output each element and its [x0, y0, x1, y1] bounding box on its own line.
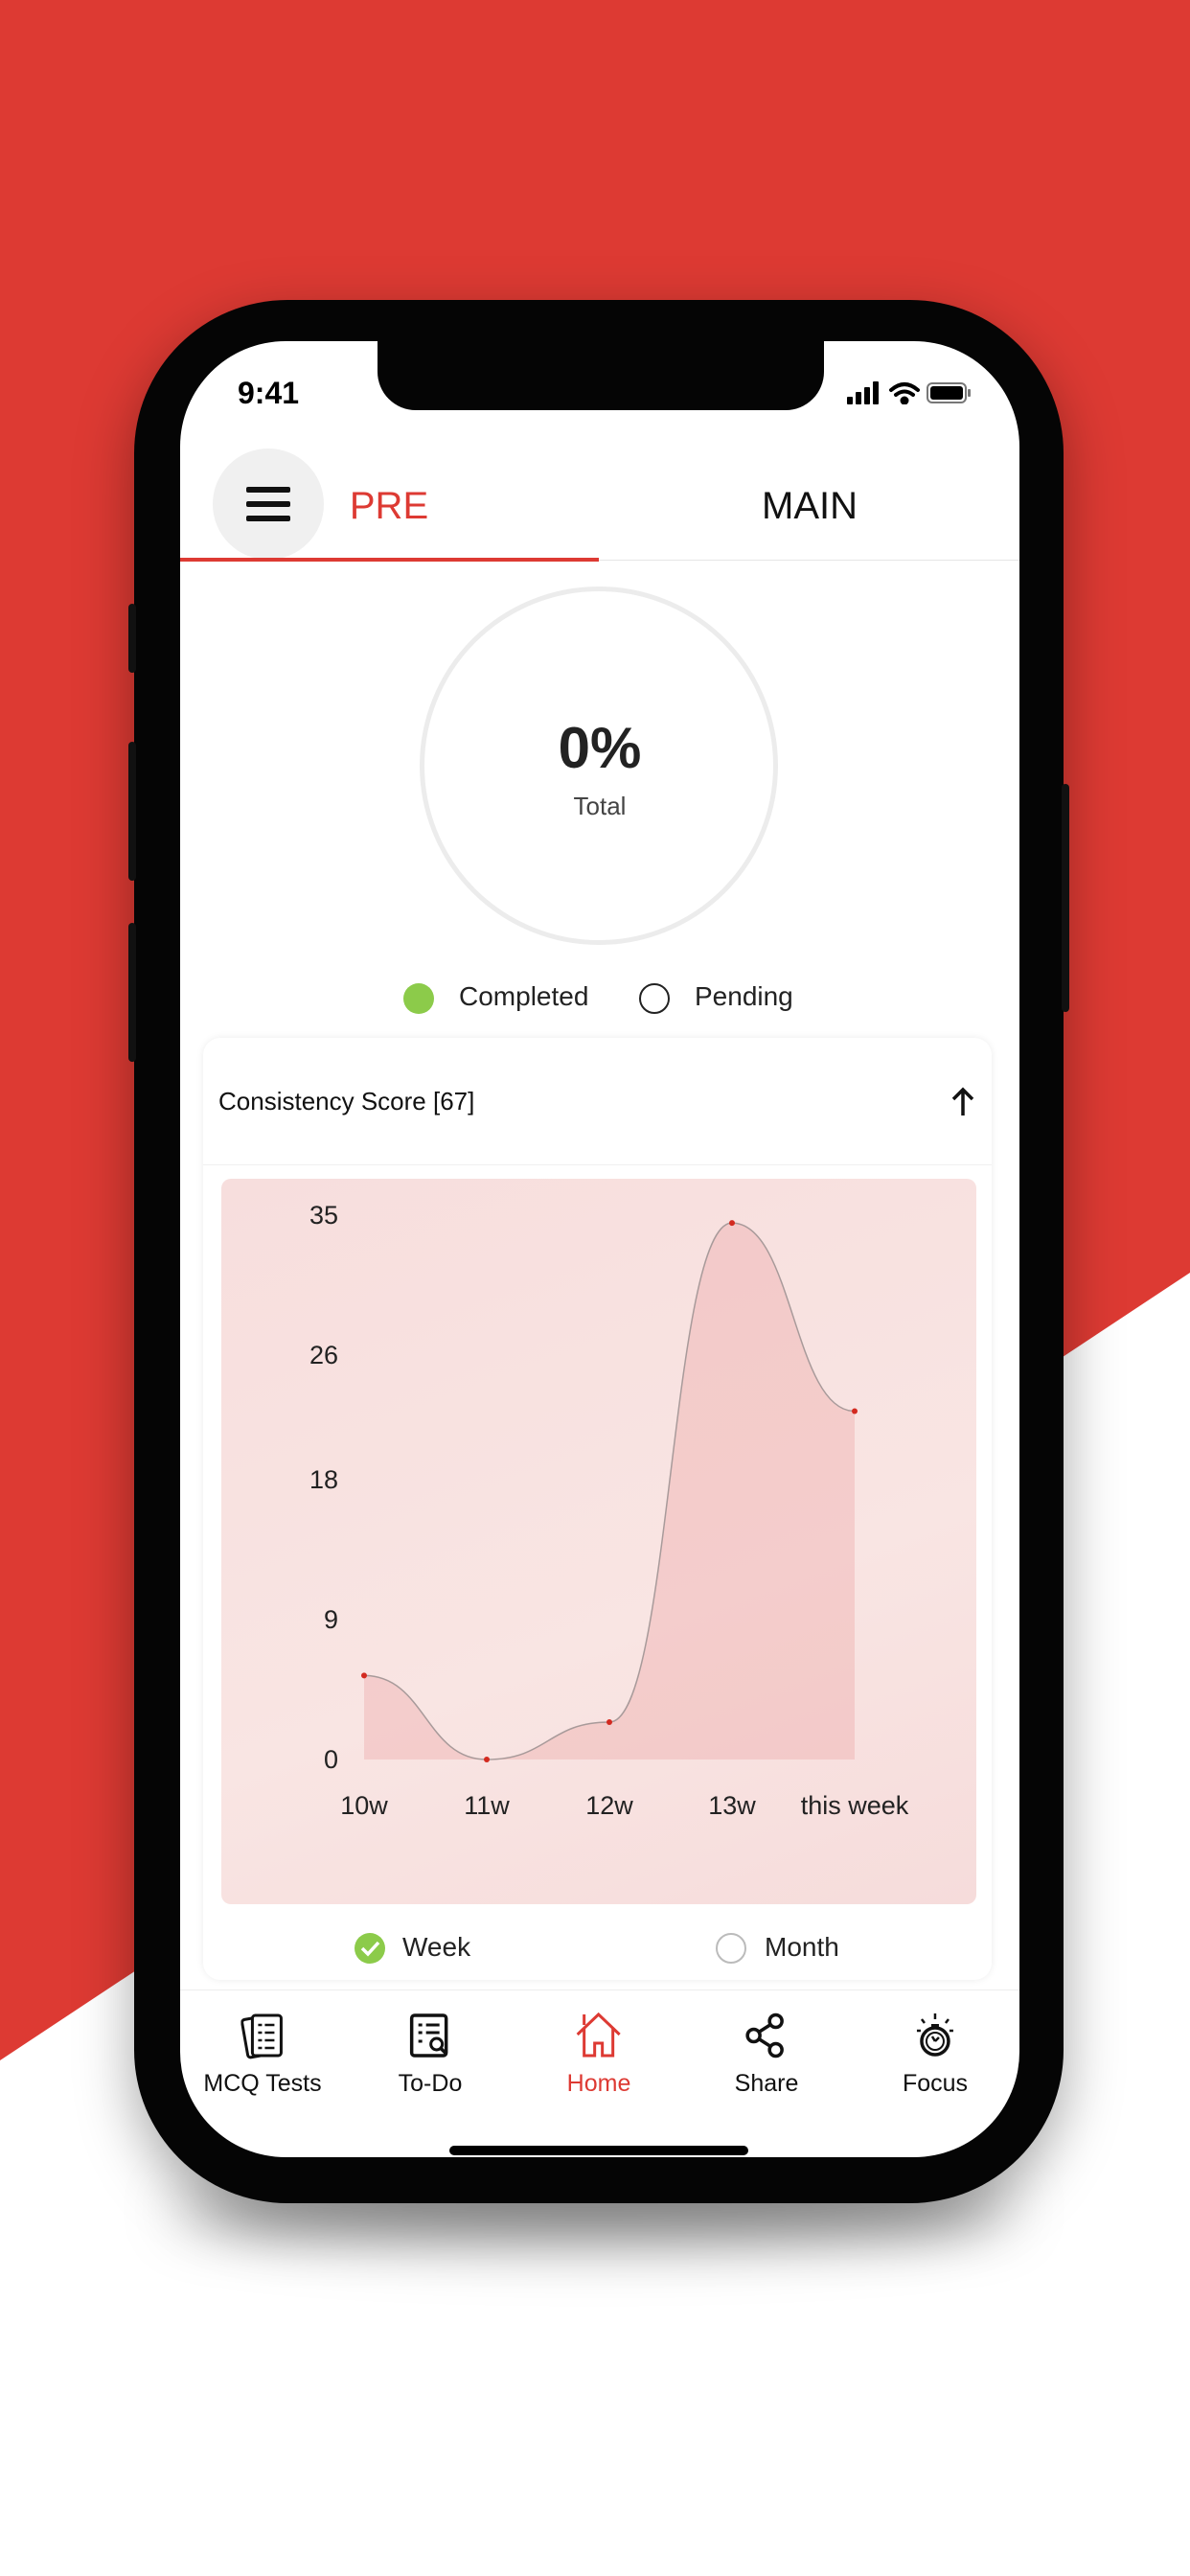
data-point [729, 1220, 735, 1227]
tab-label: Focus [902, 2070, 969, 2097]
y-tick-label: 18 [309, 1465, 338, 1494]
consistency-chart: 0 9 18 26 35 10w 11w 12w 13w this week [309, 1201, 909, 1820]
x-tick-label: 13w [708, 1791, 756, 1820]
home-icon [576, 2012, 622, 2058]
data-point [484, 1757, 490, 1762]
tab-todo[interactable]: To-Do [398, 2012, 463, 2098]
tab-focus[interactable]: Focus [903, 2012, 968, 2098]
week-radio-checked[interactable] [354, 1932, 386, 1965]
tab-label: Home [566, 2070, 631, 2097]
x-tick-label: 12w [585, 1791, 633, 1820]
test-papers-icon [240, 2013, 283, 2059]
month-radio[interactable] [716, 1933, 746, 1964]
x-tick-label: 11w [464, 1791, 510, 1820]
app-screen: 9:41 PRE MAIN 0% Total Completed Pending… [180, 341, 1019, 2157]
chart-area-fill [364, 1223, 855, 1760]
month-option[interactable]: Month [765, 1932, 839, 1963]
tab-mcq-tests[interactable]: MCQ Tests [203, 2012, 322, 2098]
share-icon [745, 2012, 785, 2058]
tab-share[interactable]: Share [734, 2012, 799, 2098]
y-tick-label: 26 [309, 1341, 338, 1369]
volume-up-button [128, 742, 136, 881]
x-tick-label: 10w [340, 1791, 388, 1820]
data-point [852, 1408, 858, 1414]
data-point [606, 1719, 612, 1726]
home-indicator[interactable] [449, 2146, 748, 2155]
y-tick-label: 9 [324, 1605, 338, 1634]
stopwatch-icon [917, 2013, 953, 2057]
week-option[interactable]: Week [402, 1932, 470, 1963]
x-tick-label: this week [801, 1791, 909, 1820]
volume-down-button [128, 923, 136, 1062]
todo-list-icon [410, 2013, 448, 2058]
data-point [361, 1672, 367, 1679]
tab-label: MCQ Tests [203, 2070, 322, 2097]
y-tick-label: 35 [309, 1201, 338, 1230]
power-button [1062, 784, 1069, 1012]
tab-label: To-Do [398, 2070, 463, 2097]
tab-label: Share [734, 2070, 799, 2097]
mute-switch [128, 604, 136, 673]
y-tick-label: 0 [324, 1745, 338, 1774]
tab-home[interactable]: Home [566, 2012, 631, 2098]
